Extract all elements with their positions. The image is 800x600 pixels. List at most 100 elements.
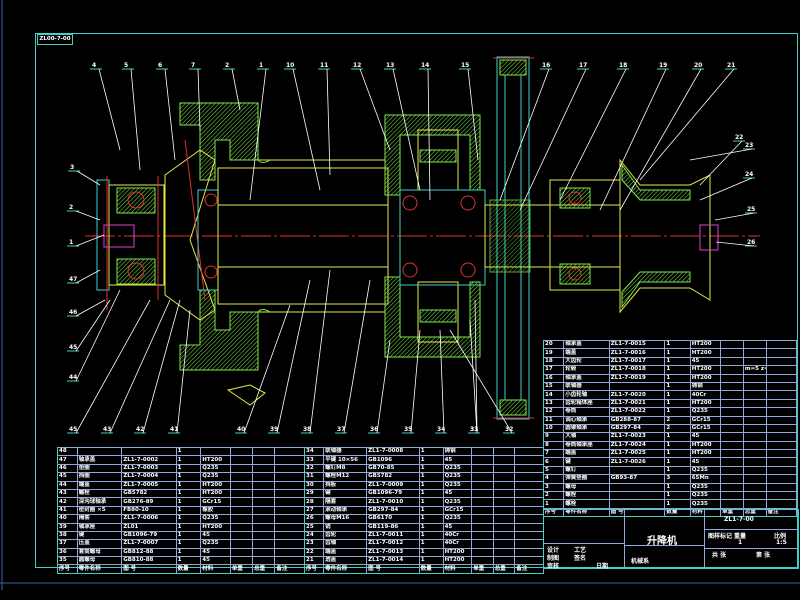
table-cell: 隔套 [323, 497, 368, 507]
callout-leader [130, 68, 141, 171]
drawing-title: 升降机 [647, 536, 677, 547]
table-cell: ZL1-7-0005 [121, 480, 177, 490]
table-cell: ZL1-7-0018 [608, 365, 666, 375]
table-cell: HT200 [442, 556, 473, 566]
table-cell: HT200 [689, 365, 722, 375]
callout-label: 36 [370, 426, 378, 433]
table-cell: 45 [442, 455, 473, 465]
table-cell: ZL1-7-0010 [366, 497, 420, 507]
table-row: 25 销 GB119-86 1 45 [303, 522, 544, 532]
table-cell: 垫圈 [76, 463, 123, 474]
table-cell [742, 449, 767, 459]
table-row: 23 齿轴 ZL1-7-0012 1 40Cr [303, 539, 544, 549]
table-cell: 端盖 [563, 449, 610, 459]
table-cell: 1 [175, 530, 202, 541]
table-cell: 40Cr [442, 539, 473, 549]
table-cell [765, 407, 798, 417]
callout-label: 31 [470, 426, 478, 433]
table-row: 4 弹簧垫圈 GB93-87 3 65Mn [542, 474, 798, 484]
drawing-code: ZL1-7-00 [724, 516, 754, 523]
table-cell: 键 [323, 488, 368, 499]
table-cell [742, 356, 767, 367]
table-row: 3 螺母 1 Q235 [542, 482, 798, 493]
table-row: 47 轴承盖 ZL1-7-0002 1 HT200 [57, 455, 305, 465]
table-cell: 销 [323, 522, 368, 532]
table-cell: 大齿轮 [563, 356, 610, 367]
table-cell: 35 [57, 556, 78, 566]
sheet-label: 共 张 [712, 552, 727, 559]
table-cell: 1 [175, 522, 202, 532]
table-cell: 压盖 [76, 539, 123, 549]
callout-label: 16 [542, 62, 550, 69]
callout-leader [619, 68, 702, 211]
table-cell: 45 [442, 488, 473, 499]
sign-label: 签名 [574, 555, 587, 562]
table-cell: 轴承盖 [76, 455, 123, 465]
table-row: 6 键 ZL1-7-0026 1 45 [542, 457, 798, 467]
table-cell: Q235 [442, 472, 473, 482]
table-cell: ZL1-7-0022 [608, 407, 666, 417]
table-cell [514, 547, 544, 558]
callout-leader [699, 140, 743, 186]
callout-leader [76, 170, 101, 186]
table-row: 38 键 GB1096-79 1 45 [57, 530, 305, 541]
table-cell: 圆螺母 [76, 556, 123, 566]
table-header-cell: 零件名称 [76, 564, 123, 574]
callout-label: 11 [320, 62, 328, 69]
table-cell [742, 457, 767, 467]
table-cell [252, 455, 276, 465]
table-cell [492, 530, 516, 541]
table-cell [471, 514, 494, 524]
table-cell [742, 482, 767, 493]
sheet-of: 第 张 [756, 552, 771, 559]
callout-45: 45 [67, 299, 111, 352]
callout-leader [699, 177, 753, 201]
table-cell: 5 [542, 465, 565, 476]
table-cell: 45 [200, 547, 231, 558]
table-cell [252, 446, 276, 457]
table-cell: 45 [200, 530, 231, 541]
table-cell [471, 472, 494, 482]
table-cell: GB1096 [366, 455, 420, 465]
table-cell [252, 514, 276, 524]
table-row: 31 螺栓M12 GB5782 1 Q235 [303, 472, 544, 482]
table-header-cell: 材料 [442, 564, 473, 574]
table-cell [514, 446, 544, 457]
table-cell: 卷筒轴承座 [563, 440, 610, 451]
table-cell [252, 547, 276, 558]
table-row: 36 套筒螺母 GB812-88 1 45 [57, 547, 305, 558]
table-cell: GCr15 [200, 497, 231, 507]
table-cell [471, 522, 494, 532]
callout-label: 34 [437, 426, 445, 433]
table-cell: 40Cr [689, 390, 722, 400]
table-cell [765, 432, 798, 442]
table-cell: 29 [303, 488, 325, 499]
table-cell: 6 [542, 457, 565, 467]
school-label: 机械系 [631, 558, 650, 565]
table-cell: 44 [57, 480, 78, 490]
table-row: 2 螺栓 1 Q235 [542, 491, 798, 501]
table-cell [274, 514, 305, 524]
table-cell: 31 [303, 472, 325, 482]
callout-21: 21 [639, 62, 737, 181]
table-cell: GB810-88 [121, 556, 177, 566]
table-cell [229, 556, 254, 566]
table-cell: Q235 [442, 463, 473, 474]
table-row: 15 联轴器 1 铸钢 [542, 381, 798, 392]
table-cell: 1 [664, 398, 691, 409]
detail-view [226, 384, 266, 406]
table-cell [229, 488, 254, 499]
table-cell: HT200 [200, 488, 231, 499]
table-cell: 45 [689, 432, 722, 442]
table-cell: GB5782 [121, 488, 177, 499]
callout-leader [75, 299, 111, 352]
table-cell [514, 455, 544, 465]
table-cell: Q235 [689, 465, 722, 476]
table-cell: 螺母M16 [323, 514, 368, 524]
callout-leader [164, 68, 176, 161]
callout-leader [714, 212, 755, 221]
table-cell: 螺栓 [563, 491, 610, 501]
table-cell: 螺钉 [563, 465, 610, 476]
callout-label: 5 [124, 62, 128, 69]
table-cell [742, 390, 767, 400]
